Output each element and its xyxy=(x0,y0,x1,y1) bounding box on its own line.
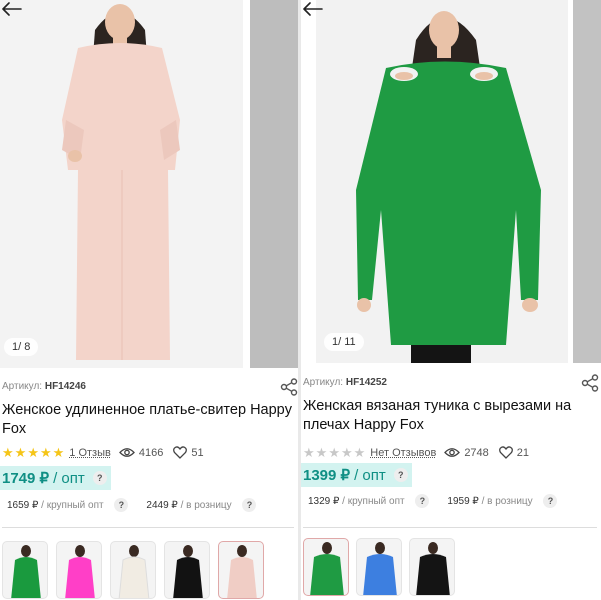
star-icon: ★ xyxy=(39,445,52,460)
product-photo[interactable]: 1/ 11 xyxy=(316,0,568,363)
large-wholesale-price: 1329 ₽ / крупный опт ? xyxy=(308,494,430,508)
price-value: 1749 ₽ xyxy=(2,470,50,487)
views-value: 4166 xyxy=(138,446,164,459)
product-photo[interactable]: 1/ 8 xyxy=(0,0,243,368)
rating-row: ★ ★ ★ ★ ★ Нет Отзывов 2748 21 xyxy=(303,446,539,459)
likes-count[interactable]: 51 xyxy=(173,446,204,459)
star-icon: ★ xyxy=(340,445,353,460)
share-icon[interactable] xyxy=(581,374,599,392)
large-wholesale-label: / крупный опт xyxy=(41,500,104,511)
photo-counter: 1/ 8 xyxy=(4,338,39,356)
secondary-prices: 1659 ₽ / крупный опт ? 2449 ₽ / в розниц… xyxy=(7,498,257,512)
heart-icon[interactable] xyxy=(498,446,513,459)
article-number: Артикул: HF14246 xyxy=(2,381,86,392)
large-wholesale-value: 1659 ₽ xyxy=(7,500,39,511)
wholesale-price: 1399 ₽ / опт ? xyxy=(301,463,412,487)
variant-thumb-green[interactable] xyxy=(2,541,48,599)
star-icon: ★ xyxy=(27,445,39,460)
retail-label: / в розницу xyxy=(481,496,533,507)
rating-stars: ★ ★ ★ ★ ★ xyxy=(2,446,64,459)
rating-stars: ★ ★ ★ ★ ★ xyxy=(303,446,365,459)
large-wholesale-label: / крупный опт xyxy=(342,496,405,507)
eye-icon xyxy=(118,448,135,457)
product-title: Женская вязаная туника с вырезами на пле… xyxy=(303,398,572,433)
star-icon: ★ xyxy=(14,445,27,460)
secondary-prices: 1329 ₽ / крупный опт ? 1959 ₽ / в розниц… xyxy=(308,494,558,508)
likes-count[interactable]: 21 xyxy=(498,446,530,459)
back-arrow-icon[interactable] xyxy=(2,2,22,16)
color-variants xyxy=(303,538,455,596)
variant-thumb-black[interactable] xyxy=(409,538,455,596)
likes-value: 21 xyxy=(516,446,530,459)
model-in-tunic-image xyxy=(316,0,568,363)
views-value: 2748 xyxy=(464,446,489,459)
help-icon[interactable]: ? xyxy=(242,498,257,512)
article-label: Артикул: xyxy=(303,377,344,388)
article-number: Артикул: HF14252 xyxy=(303,377,387,388)
retail-value: 2449 ₽ xyxy=(146,500,178,511)
divider xyxy=(303,527,597,528)
heart-icon[interactable] xyxy=(173,446,188,459)
eye-icon xyxy=(444,448,461,457)
help-icon[interactable]: ? xyxy=(543,494,558,508)
star-icon: ★ xyxy=(353,445,366,460)
divider xyxy=(2,527,294,528)
wholesale-price: 1749 ₽ / опт ? xyxy=(0,466,111,490)
star-icon: ★ xyxy=(328,445,340,460)
star-icon: ★ xyxy=(2,445,14,460)
help-icon[interactable]: ? xyxy=(415,494,430,508)
price-value: 1399 ₽ xyxy=(303,467,351,484)
variant-thumb-beige-selected[interactable] xyxy=(218,541,264,599)
views-count: 2748 xyxy=(444,446,489,459)
next-photo-preview[interactable] xyxy=(250,0,298,368)
variant-thumb-white[interactable] xyxy=(110,541,156,599)
retail-value: 1959 ₽ xyxy=(447,496,479,507)
retail-price: 2449 ₽ / в розницу ? xyxy=(146,498,257,512)
reviews-link[interactable]: Нет Отзывов xyxy=(370,447,436,459)
help-icon[interactable]: ? xyxy=(393,468,408,482)
variant-thumb-pink[interactable] xyxy=(56,541,102,599)
article-value: HF14252 xyxy=(345,377,387,388)
price-label: / опт xyxy=(354,466,386,484)
article-label: Артикул: xyxy=(2,381,43,392)
likes-value: 51 xyxy=(191,446,204,459)
photo-counter: 1/ 11 xyxy=(324,333,364,351)
retail-price: 1959 ₽ / в розницу ? xyxy=(447,494,558,508)
large-wholesale-price: 1659 ₽ / крупный опт ? xyxy=(7,498,129,512)
help-icon[interactable]: ? xyxy=(114,498,129,512)
product-card-1: 1/ 8 Артикул: HF14246 Женское удлиненное… xyxy=(0,0,298,600)
large-wholesale-value: 1329 ₽ xyxy=(308,496,340,507)
price-label: / опт xyxy=(53,469,85,487)
next-photo-preview[interactable] xyxy=(573,0,601,363)
star-icon: ★ xyxy=(52,445,65,460)
rating-row: ★ ★ ★ ★ ★ 1 Отзыв 4166 51 xyxy=(2,446,214,459)
product-title: Женское удлиненное платье-свитер Happy F… xyxy=(2,402,292,437)
variant-thumb-blue[interactable] xyxy=(356,538,402,596)
share-icon[interactable] xyxy=(280,378,298,396)
variant-thumb-black[interactable] xyxy=(164,541,210,599)
star-icon: ★ xyxy=(315,445,328,460)
star-icon: ★ xyxy=(303,445,315,460)
help-icon[interactable]: ? xyxy=(92,471,107,485)
product-card-2: 1/ 11 Артикул: HF14252 Женская вязаная т… xyxy=(301,0,601,600)
model-in-dress-image xyxy=(0,0,243,368)
article-value: HF14246 xyxy=(44,381,86,392)
color-variants xyxy=(2,541,264,599)
variant-thumb-green-selected[interactable] xyxy=(303,538,349,596)
retail-label: / в розницу xyxy=(180,500,232,511)
back-arrow-icon[interactable] xyxy=(303,2,323,16)
views-count: 4166 xyxy=(118,446,164,459)
reviews-link[interactable]: 1 Отзыв xyxy=(69,447,111,459)
